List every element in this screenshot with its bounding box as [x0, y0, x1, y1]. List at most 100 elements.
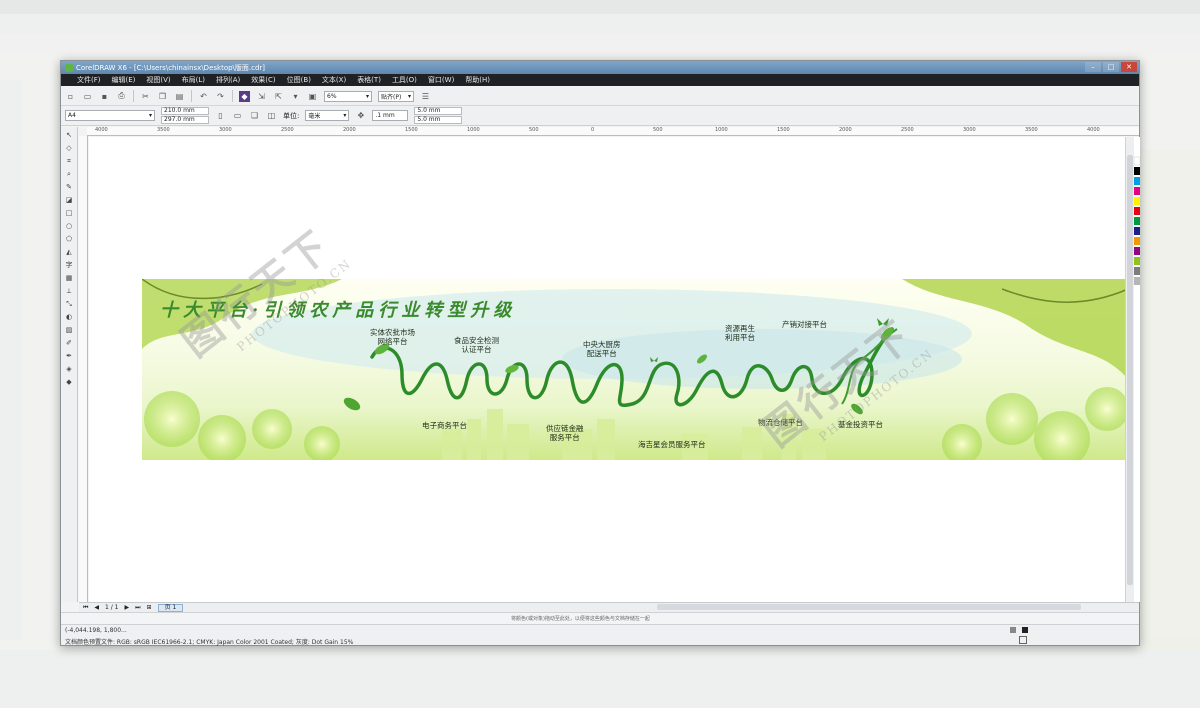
smart-fill-icon[interactable]: ◪	[64, 196, 75, 205]
menu-text[interactable]: 文本(X)	[322, 75, 346, 85]
horizontal-scrollbar[interactable]	[657, 604, 1081, 610]
menu-window[interactable]: 窗口(W)	[428, 75, 454, 85]
redo-icon[interactable]: ↷	[215, 91, 226, 102]
prev-page-icon[interactable]: ◀	[94, 604, 99, 611]
connector-tool-icon[interactable]: ⤡	[64, 300, 75, 309]
toolbox: ↖ ◇ ⌗ ⌕ ✎ ◪ □ ○ ⬠ ◭ 字 ▦ ⟂ ⤡ ◐ ▨ ✐ ✒ ◈ ◆	[61, 127, 78, 602]
menu-tools[interactable]: 工具(O)	[392, 75, 417, 85]
duplicate-y-input[interactable]: 5.0 mm	[414, 116, 463, 124]
page-dimensions: 210.0 mm 297.0 mm	[161, 107, 209, 124]
nudge-distance-input[interactable]: .1 mm	[372, 110, 409, 121]
menu-layout[interactable]: 布局(L)	[182, 75, 205, 85]
menu-view[interactable]: 视图(V)	[146, 75, 170, 85]
import-icon[interactable]: ⇲	[256, 91, 267, 102]
zoom-level-select[interactable]: 6% ▾	[324, 90, 372, 102]
toolbar-separator	[133, 90, 134, 102]
rectangle-tool-icon[interactable]: □	[64, 209, 75, 218]
horizontal-ruler: 4000 3500 3000 2500 2000 1500 1000 500 0…	[87, 127, 1139, 136]
all-pages-icon[interactable]: ❏	[249, 110, 260, 121]
ruler-tick: 2000	[839, 127, 852, 133]
eyedropper-tool-icon[interactable]: ✐	[64, 339, 75, 348]
interactive-fill-icon[interactable]: ◆	[64, 378, 75, 387]
text-tool-icon[interactable]: 字	[64, 261, 75, 270]
freehand-tool-icon[interactable]: ✎	[64, 183, 75, 192]
maximize-button[interactable]: □	[1103, 62, 1119, 72]
next-page-icon[interactable]: ▶	[125, 604, 130, 611]
menu-edit[interactable]: 编辑(E)	[112, 75, 136, 85]
menu-effects[interactable]: 效果(C)	[251, 75, 275, 85]
snap-to-button[interactable]: 贴齐(P) ▾	[378, 90, 414, 102]
menu-table[interactable]: 表格(T)	[357, 75, 381, 85]
vertical-scrollbar[interactable]	[1125, 137, 1134, 602]
open-icon[interactable]: ▭	[82, 91, 93, 102]
page-width-input[interactable]: 210.0 mm	[161, 107, 209, 115]
outline-color-swatch[interactable]	[1010, 627, 1016, 633]
ruler-tick: 4000	[1087, 127, 1100, 133]
color-palette[interactable]	[1133, 137, 1141, 602]
menu-bitmaps[interactable]: 位图(B)	[287, 75, 311, 85]
page-height-input[interactable]: 297.0 mm	[161, 116, 209, 124]
table-tool-icon[interactable]: ▦	[64, 274, 75, 283]
paste-icon[interactable]: ▤	[174, 91, 185, 102]
dimension-tool-icon[interactable]: ⟂	[64, 287, 75, 296]
zoom-tool-icon[interactable]: ⌕	[64, 170, 75, 179]
outline-pen-icon[interactable]: ✒	[64, 352, 75, 361]
portrait-icon[interactable]: ▯	[215, 110, 226, 121]
coreldraw-app-icon	[65, 63, 73, 72]
vertical-ruler	[79, 136, 88, 602]
search-content-icon[interactable]: ◆	[239, 90, 250, 102]
toolbar-separator	[232, 90, 233, 102]
last-page-icon[interactable]: ⏭	[135, 604, 140, 612]
menu-arrange[interactable]: 排列(A)	[216, 75, 240, 85]
new-icon[interactable]: ▫	[65, 91, 76, 102]
print-icon[interactable]: ⎙	[116, 91, 127, 102]
zoom-level-value: 6%	[327, 92, 337, 100]
fill-tool-icon[interactable]: ◈	[64, 365, 75, 374]
copy-icon[interactable]: ❐	[157, 91, 168, 102]
no-fill-icon[interactable]	[1019, 636, 1027, 644]
current-page-icon[interactable]: ◫	[266, 110, 277, 121]
color-profile-info[interactable]: 文档颜色预置文件: RGB: sRGB IEC61966-2.1; CMYK: …	[65, 637, 353, 646]
shape-tool-icon[interactable]: ◇	[64, 144, 75, 153]
page-tab[interactable]: 页 1	[157, 603, 184, 612]
minimize-button[interactable]: –	[1085, 62, 1101, 72]
chevron-down-icon: ▾	[343, 112, 347, 119]
ellipse-tool-icon[interactable]: ○	[64, 222, 75, 231]
page-size-value: A4	[68, 112, 76, 119]
platform-label: 产销对接平台	[782, 320, 827, 329]
scrollbar-thumb[interactable]	[1127, 155, 1133, 585]
app-launcher-icon[interactable]: ▾	[290, 91, 301, 102]
export-icon[interactable]: ⇱	[273, 91, 284, 102]
welcome-screen-icon[interactable]: ▣	[307, 91, 318, 102]
nudge-icon: ✥	[357, 111, 365, 120]
ruler-tick: 0	[591, 127, 595, 133]
snap-to-label: 贴齐(P)	[381, 93, 402, 101]
fill-color-swatch[interactable]	[1022, 627, 1028, 633]
close-button[interactable]: ✕	[1121, 62, 1137, 72]
crop-tool-icon[interactable]: ⌗	[64, 157, 75, 166]
options-icon[interactable]: ☰	[420, 91, 431, 102]
save-icon[interactable]: ▪	[99, 91, 110, 102]
pick-tool-icon[interactable]: ↖	[64, 131, 75, 140]
undo-icon[interactable]: ↶	[198, 91, 209, 102]
drawing-canvas[interactable]: 十大平台·引领农产品行业转型升级 实体农批市场 网络平台 食品安全检测 认证平台 中…	[89, 137, 1128, 602]
page-size-select[interactable]: A4 ▾	[65, 110, 155, 121]
blend-tool-icon[interactable]: ◐	[64, 313, 75, 322]
transparency-tool-icon[interactable]: ▨	[64, 326, 75, 335]
landscape-icon[interactable]: ▭	[232, 110, 243, 121]
ruler-tick: 1500	[777, 127, 790, 133]
menu-file[interactable]: 文件(F)	[77, 75, 101, 85]
ruler-tick: 3500	[1025, 127, 1038, 133]
menu-help[interactable]: 帮助(H)	[465, 75, 490, 85]
first-page-icon[interactable]: ⏮	[83, 604, 88, 612]
polygon-tool-icon[interactable]: ⬠	[64, 235, 75, 244]
cut-icon[interactable]: ✂	[140, 91, 151, 102]
basic-shapes-icon[interactable]: ◭	[64, 248, 75, 257]
add-page-icon[interactable]: ⊞	[147, 604, 152, 611]
palette-swatches	[1133, 156, 1141, 285]
duplicate-x-input[interactable]: 5.0 mm	[414, 107, 463, 115]
units-select[interactable]: 毫米 ▾	[305, 110, 350, 121]
coreldraw-window: CorelDRAW X6 - [C:\Users\chinainsx\Deskt…	[60, 60, 1141, 646]
ruler-tick: 2500	[281, 127, 294, 133]
chevron-down-icon: ▾	[365, 92, 369, 100]
